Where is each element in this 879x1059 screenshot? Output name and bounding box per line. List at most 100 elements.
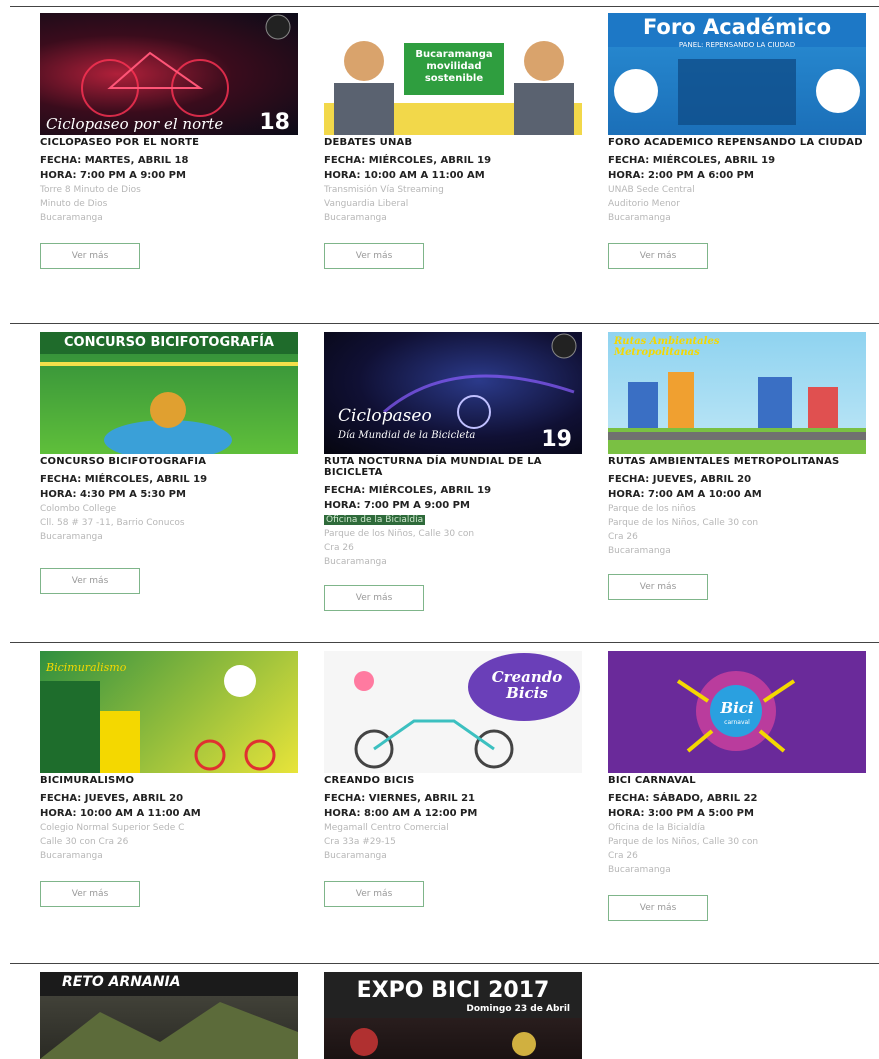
event-title[interactable]: BICIMURALISMO <box>40 775 298 786</box>
event-card-ruta-nocturna: Ciclopaseo Día Mundial de la Bicicleta 1… <box>324 332 582 611</box>
event-image-subcaption: PANEL: REPENSANDO LA CIUDAD <box>678 41 796 49</box>
globe-icon <box>40 332 298 454</box>
event-location-line: Transmisión Vía Streaming <box>324 185 444 195</box>
event-image[interactable]: Foro Académico PANEL: REPENSANDO LA CIUD… <box>608 13 866 135</box>
event-image[interactable]: Bicimuralismo <box>40 651 298 773</box>
event-title[interactable]: FORO ACADEMICO REPENSANDO LA CIUDAD <box>608 137 866 148</box>
ver-mas-button[interactable]: Ver más <box>324 243 424 269</box>
event-location-line: Bucaramanga <box>40 213 103 223</box>
ver-mas-button[interactable]: Ver más <box>40 881 140 907</box>
event-card-bicifotografia: CONCURSO BICIFOTOGRAFÍA CONCURSO BICIFOT… <box>40 332 298 594</box>
event-image-caption: Bucaramanga movilidad sostenible <box>415 49 493 84</box>
event-location-line: Cra 33a #29-15 <box>324 837 396 847</box>
event-image-caption: Ciclopaseo por el norte <box>46 115 224 133</box>
event-date: FECHA: VIERNES, ABRIL 21 <box>324 793 476 804</box>
event-date: FECHA: MIÉRCOLES, ABRIL 19 <box>324 485 492 496</box>
event-title[interactable]: RUTA NOCTURNA DÍA MUNDIAL DE LA BICICLET… <box>324 456 582 478</box>
event-location-line: Bucaramanga <box>324 851 387 861</box>
event-title[interactable]: DEBATES UNAB <box>324 137 582 148</box>
event-card-ciclopaseo-norte: Ciclopaseo por el norte 18 CICLOPASEO PO… <box>40 13 298 269</box>
event-card-debates-unab: Bucaramanga movilidad sostenible DEBATES… <box>324 13 582 269</box>
event-location-line: Parque de los Niños, Calle 30 con <box>608 518 759 528</box>
event-image[interactable]: Creando Bicis <box>324 651 582 773</box>
event-card-rutas-ambientales: Rutas Ambientales Metropolitanas RUTAS A… <box>608 332 866 600</box>
event-image[interactable]: Rutas Ambientales Metropolitanas <box>608 332 866 454</box>
event-location-line: Minuto de Dios <box>40 199 108 209</box>
event-location-line: Cra 26 <box>608 532 638 542</box>
event-image[interactable]: Ciclopaseo por el norte 18 <box>40 13 298 135</box>
row-divider <box>10 963 879 964</box>
event-image[interactable]: EXPO BICI 2017 Domingo 23 de Abril <box>324 972 582 1059</box>
event-location-line: Parque de los Niños, Calle 30 con <box>324 529 475 539</box>
event-location-line: Bucaramanga <box>608 546 671 556</box>
event-title[interactable]: BICI CARNAVAL <box>608 775 866 786</box>
highlighted-location: Oficina de la Bicialdía <box>324 515 426 525</box>
ver-mas-button[interactable]: Ver más <box>324 585 424 611</box>
ver-mas-button[interactable]: Ver más <box>324 881 424 907</box>
event-time: HORA: 10:00 AM A 11:00 AM <box>324 170 485 181</box>
event-location-line: Auditorio Menor <box>608 199 680 209</box>
event-title[interactable]: RUTAS AMBIENTALES METROPOLITANAS <box>608 456 866 467</box>
event-card-reto-arnania: RETO ARNANIA <box>40 972 298 1059</box>
event-location-line: Oficina de la Bicialdía <box>608 823 706 833</box>
event-time: HORA: 10:00 AM A 11:00 AM <box>40 808 201 819</box>
row-divider <box>10 323 879 324</box>
event-location-line: Bucaramanga <box>608 213 671 223</box>
event-image-caption: CONCURSO BICIFOTOGRAFÍA <box>63 335 274 350</box>
row-divider <box>10 642 879 643</box>
event-date: FECHA: MIÉRCOLES, ABRIL 19 <box>40 474 208 485</box>
ver-mas-button[interactable]: Ver más <box>608 243 708 269</box>
event-image-caption: Ciclopaseo <box>338 406 432 426</box>
event-location-line: Torre 8 Minuto de Dios <box>40 185 141 195</box>
event-location-line: UNAB Sede Central <box>608 185 695 195</box>
ver-mas-button[interactable]: Ver más <box>40 243 140 269</box>
event-image-caption: Bicimuralismo <box>46 661 127 674</box>
event-image-caption: EXPO BICI 2017 <box>356 978 550 1003</box>
event-location-line: Bucaramanga <box>324 557 387 567</box>
event-title[interactable]: CONCURSO BICIFOTOGRAFIA <box>40 456 298 467</box>
event-location-line: Parque de los Niños, Calle 30 con <box>608 837 759 847</box>
event-date: FECHA: MARTES, ABRIL 18 <box>40 155 189 166</box>
event-location-line: Bucaramanga <box>40 851 103 861</box>
event-location-line: Bucaramanga <box>608 865 671 875</box>
event-image-caption: Bici <box>720 699 754 717</box>
ver-mas-button[interactable]: Ver más <box>608 895 708 921</box>
event-image-caption: Creando Bicis <box>491 668 563 702</box>
event-image[interactable]: Bucaramanga movilidad sostenible <box>324 13 582 135</box>
event-image[interactable]: Bici carnaval <box>608 651 866 773</box>
event-location-line: Vanguardia Liberal <box>324 199 409 209</box>
event-location-highlight: Oficina de la Bicialdía <box>324 513 582 527</box>
event-image[interactable]: RETO ARNANIA <box>40 972 298 1059</box>
event-image-subcaption: Domingo 23 de Abril <box>466 1004 570 1014</box>
event-location-line: Cra 26 <box>324 543 354 553</box>
event-time: HORA: 2:00 PM A 6:00 PM <box>608 170 754 181</box>
event-image[interactable]: CONCURSO BICIFOTOGRAFÍA <box>40 332 298 454</box>
ver-mas-button[interactable]: Ver más <box>608 574 708 600</box>
event-image-caption: Foro Académico <box>642 15 832 39</box>
event-card-bici-carnaval: Bici carnaval BICI CARNAVAL FECHA: SÁBAD… <box>608 651 866 921</box>
event-time: HORA: 3:00 PM A 5:00 PM <box>608 808 754 819</box>
event-date: FECHA: MIÉRCOLES, ABRIL 19 <box>324 155 492 166</box>
event-time: HORA: 7:00 AM A 10:00 AM <box>608 489 762 500</box>
event-location-line: Megamall Centro Comercial <box>324 823 449 833</box>
event-date: FECHA: JUEVES, ABRIL 20 <box>608 474 752 485</box>
ver-mas-button[interactable]: Ver más <box>40 568 140 594</box>
event-image[interactable]: Ciclopaseo Día Mundial de la Bicicleta 1… <box>324 332 582 454</box>
event-date: FECHA: MIÉRCOLES, ABRIL 19 <box>608 155 776 166</box>
event-image-caption: Rutas Ambientales Metropolitanas <box>614 336 720 358</box>
event-title[interactable]: CREANDO BICIS <box>324 775 582 786</box>
event-location-line: Bucaramanga <box>324 213 387 223</box>
event-card-creando-bicis: Creando Bicis CREANDO BICIS FECHA: VIERN… <box>324 651 582 907</box>
event-title[interactable]: CICLOPASEO POR EL NORTE <box>40 137 298 148</box>
event-card-expo-bici: EXPO BICI 2017 Domingo 23 de Abril <box>324 972 582 1059</box>
event-time: HORA: 4:30 PM A 5:30 PM <box>40 489 186 500</box>
event-card-foro-academico: Foro Académico PANEL: REPENSANDO LA CIUD… <box>608 13 866 269</box>
event-location-line: Parque de los niños <box>608 504 696 514</box>
event-image-subcaption: Día Mundial de la Bicicleta <box>338 430 476 441</box>
event-location-line: Cra 26 <box>608 851 638 861</box>
event-time: HORA: 7:00 PM A 9:00 PM <box>40 170 186 181</box>
event-date: FECHA: SÁBADO, ABRIL 22 <box>608 793 758 804</box>
event-location-line: Colombo College <box>40 504 117 514</box>
event-card-bicimuralismo: Bicimuralismo BICIMURALISMO FECHA: JUEVE… <box>40 651 298 907</box>
event-location-line: Cll. 58 # 37 -11, Barrio Conucos <box>40 518 185 528</box>
